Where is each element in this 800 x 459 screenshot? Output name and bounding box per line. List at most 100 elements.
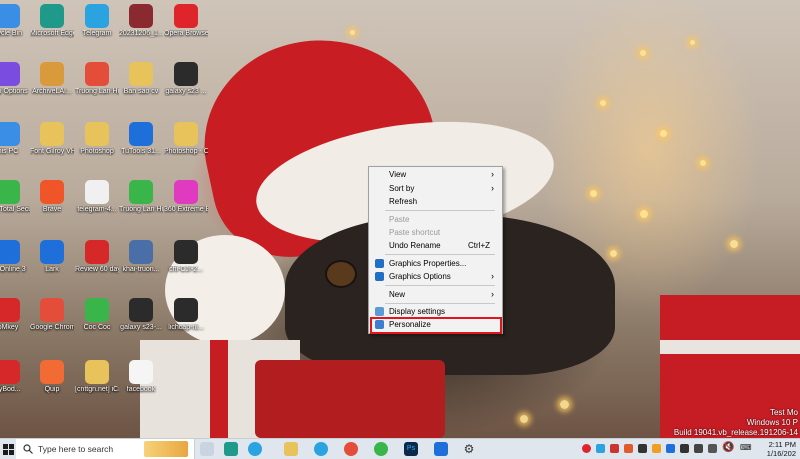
recycle-bin-icon xyxy=(0,4,20,28)
desktop-icon[interactable]: Google Chrome xyxy=(30,298,74,332)
personalize-highlight-box xyxy=(370,317,502,334)
folder-icon xyxy=(85,360,109,384)
volume-muted-icon[interactable]: 🔇 xyxy=(722,442,734,453)
desktop-icon[interactable]: lichcap-ni... xyxy=(164,298,208,332)
desktop-icon[interactable]: Lark xyxy=(30,240,74,274)
menu-item-paste-shortcut[interactable]: Paste shortcut xyxy=(371,226,500,239)
light-bokeh xyxy=(640,210,648,218)
settings-icon[interactable]: ⚙ xyxy=(462,442,476,456)
photoshop-icon[interactable]: Ps xyxy=(404,442,418,456)
desktop-icon[interactable]: telegram-4... xyxy=(75,180,119,214)
menu-item-sort-by[interactable]: Sort by › xyxy=(371,182,500,195)
menu-item-undo-rename[interactable]: Undo Rename Ctrl+Z xyxy=(371,239,500,252)
desktop-icon-label: Photoshop xyxy=(80,148,114,155)
desktop-icon[interactable]: chi-CJI-2... xyxy=(164,240,208,274)
desktop-icon[interactable]: Brave xyxy=(30,180,74,214)
start-button[interactable] xyxy=(0,439,16,459)
telegram-2-icon[interactable] xyxy=(314,442,328,456)
watermark-line-3: Build 19041.vb_release.191206-14 xyxy=(673,428,798,437)
desktop-icon-label: Lark xyxy=(45,266,59,273)
network-icon[interactable] xyxy=(708,444,717,453)
tray-icon[interactable] xyxy=(638,444,647,453)
light-bokeh xyxy=(600,100,606,106)
desktop-icon[interactable]: oMkey xyxy=(0,298,30,332)
desktop-icon[interactable]: galaxy s23 ... xyxy=(164,62,208,96)
tray-icon[interactable] xyxy=(596,444,605,453)
desktop-icon[interactable]: Ban sao cv xyxy=(119,62,163,96)
desktop-icon-label: Brave xyxy=(42,206,62,213)
tray-icon[interactable] xyxy=(624,444,633,453)
desktop-icon[interactable]: cycle Bin xyxy=(0,4,30,38)
menu-item-label: Paste shortcut xyxy=(389,228,441,237)
image-file-icon xyxy=(174,298,198,322)
desktop-icon[interactable]: Photoshop xyxy=(75,122,119,156)
menu-item-label: Paste xyxy=(389,215,410,224)
zalo-tools-icon xyxy=(129,122,153,146)
desktop-icon[interactable]: TuTools 31... xyxy=(119,122,163,156)
desktop-icon[interactable]: Photoshop - Copy xyxy=(164,122,208,156)
desktop-icon[interactable]: khai-truon... xyxy=(119,240,163,274)
edge-icon[interactable] xyxy=(224,442,238,456)
task-view-icon[interactable] xyxy=(200,442,214,456)
desktop-icon[interactable]: 20231206_1... xyxy=(119,4,163,38)
desktop-icon[interactable]: Truong Lan Huong - C... xyxy=(119,180,163,214)
menu-item-view[interactable]: View › xyxy=(371,168,500,181)
desktop-icon[interactable]: Truong Lan Huong - Ig... xyxy=(75,62,119,96)
desktop-icon-label: cycle Bin xyxy=(0,30,22,37)
menu-item-graphics-options[interactable]: Graphics Options › xyxy=(371,270,500,283)
desktop-icon[interactable]: Opera Browser xyxy=(164,4,208,38)
menu-item-refresh[interactable]: Refresh xyxy=(371,195,500,208)
telegram-file-icon xyxy=(85,180,109,204)
desktop-icon[interactable]: his PC xyxy=(0,122,30,156)
desktop-icon[interactable]: galaxy s23-... xyxy=(119,298,163,332)
taskbar-clock[interactable]: 2:11 PM 1/16/202 xyxy=(767,440,796,458)
logi-options-icon xyxy=(0,62,20,86)
menu-item-paste[interactable]: Paste xyxy=(371,213,500,226)
display-settings-icon xyxy=(375,307,384,316)
zalo-icon[interactable] xyxy=(434,442,448,456)
desktop-icon[interactable]: ArchiveLAI... xyxy=(30,62,74,96)
tray-icon[interactable] xyxy=(652,444,661,453)
windows-logo-icon xyxy=(3,444,8,449)
chrome-icon[interactable] xyxy=(344,442,358,456)
taskbar-search-box[interactable]: Type here to search xyxy=(16,439,195,459)
desktop-icon[interactable]: Review 60 days xyxy=(75,240,119,274)
desktop-icon-label: galaxy s23-... xyxy=(120,324,162,331)
desktop-icon-label: galaxy s23 ... xyxy=(165,88,207,95)
desktop-icon[interactable]: Logi Options xyxy=(0,62,30,96)
menu-item-graphics-properties[interactable]: Graphics Properties... xyxy=(371,257,500,270)
windows-logo-icon xyxy=(9,450,14,455)
desktop-icon[interactable]: 360 Extreme Browser xyxy=(164,180,208,214)
tray-icon[interactable] xyxy=(694,444,703,453)
coccoc-profile-icon xyxy=(129,180,153,204)
360-security-icon xyxy=(0,180,20,204)
ime-indicator[interactable]: ⌨ xyxy=(740,443,752,452)
photo-thumbnail-icon xyxy=(129,4,153,28)
opera-tray-icon[interactable] xyxy=(582,444,591,453)
app-icon xyxy=(0,360,20,384)
desktop-icon[interactable]: Quip xyxy=(30,360,74,394)
desktop-icon[interactable]: xyBod... xyxy=(0,360,30,394)
desktop-icon[interactable]: Font Gilroy VH Full xyxy=(30,122,74,156)
pdf-icon xyxy=(85,240,109,264)
menu-item-new[interactable]: New › xyxy=(371,288,500,301)
coccoc-icon[interactable] xyxy=(374,442,388,456)
desktop-icon[interactable]: Coc Coc xyxy=(75,298,119,332)
telegram-icon[interactable] xyxy=(248,442,262,456)
search-highlight-image xyxy=(144,441,188,457)
desktop-icon[interactable]: ay Online 3 xyxy=(0,240,30,274)
menu-item-label: Graphics Properties... xyxy=(389,259,467,268)
tray-icon[interactable] xyxy=(666,444,675,453)
file-explorer-icon[interactable] xyxy=(284,442,298,456)
desktop-context-menu: View › Sort by › Refresh Paste Paste sho… xyxy=(368,166,503,334)
lark-icon xyxy=(40,240,64,264)
desktop-icon[interactable]: 360 Total Security xyxy=(0,180,30,214)
tray-icon[interactable] xyxy=(680,444,689,453)
desktop-icon[interactable]: [cnttgn.net] iCiel Sams... xyxy=(75,360,119,394)
desktop-icon[interactable]: facebook xyxy=(119,360,163,394)
desktop-icon-label: Font Gilroy VH Full xyxy=(30,148,74,155)
tray-icon[interactable] xyxy=(610,444,619,453)
desktop-icon[interactable]: Telegram xyxy=(75,4,119,38)
phone-image-icon xyxy=(129,298,153,322)
desktop-icon[interactable]: Microsoft Edge xyxy=(30,4,74,38)
